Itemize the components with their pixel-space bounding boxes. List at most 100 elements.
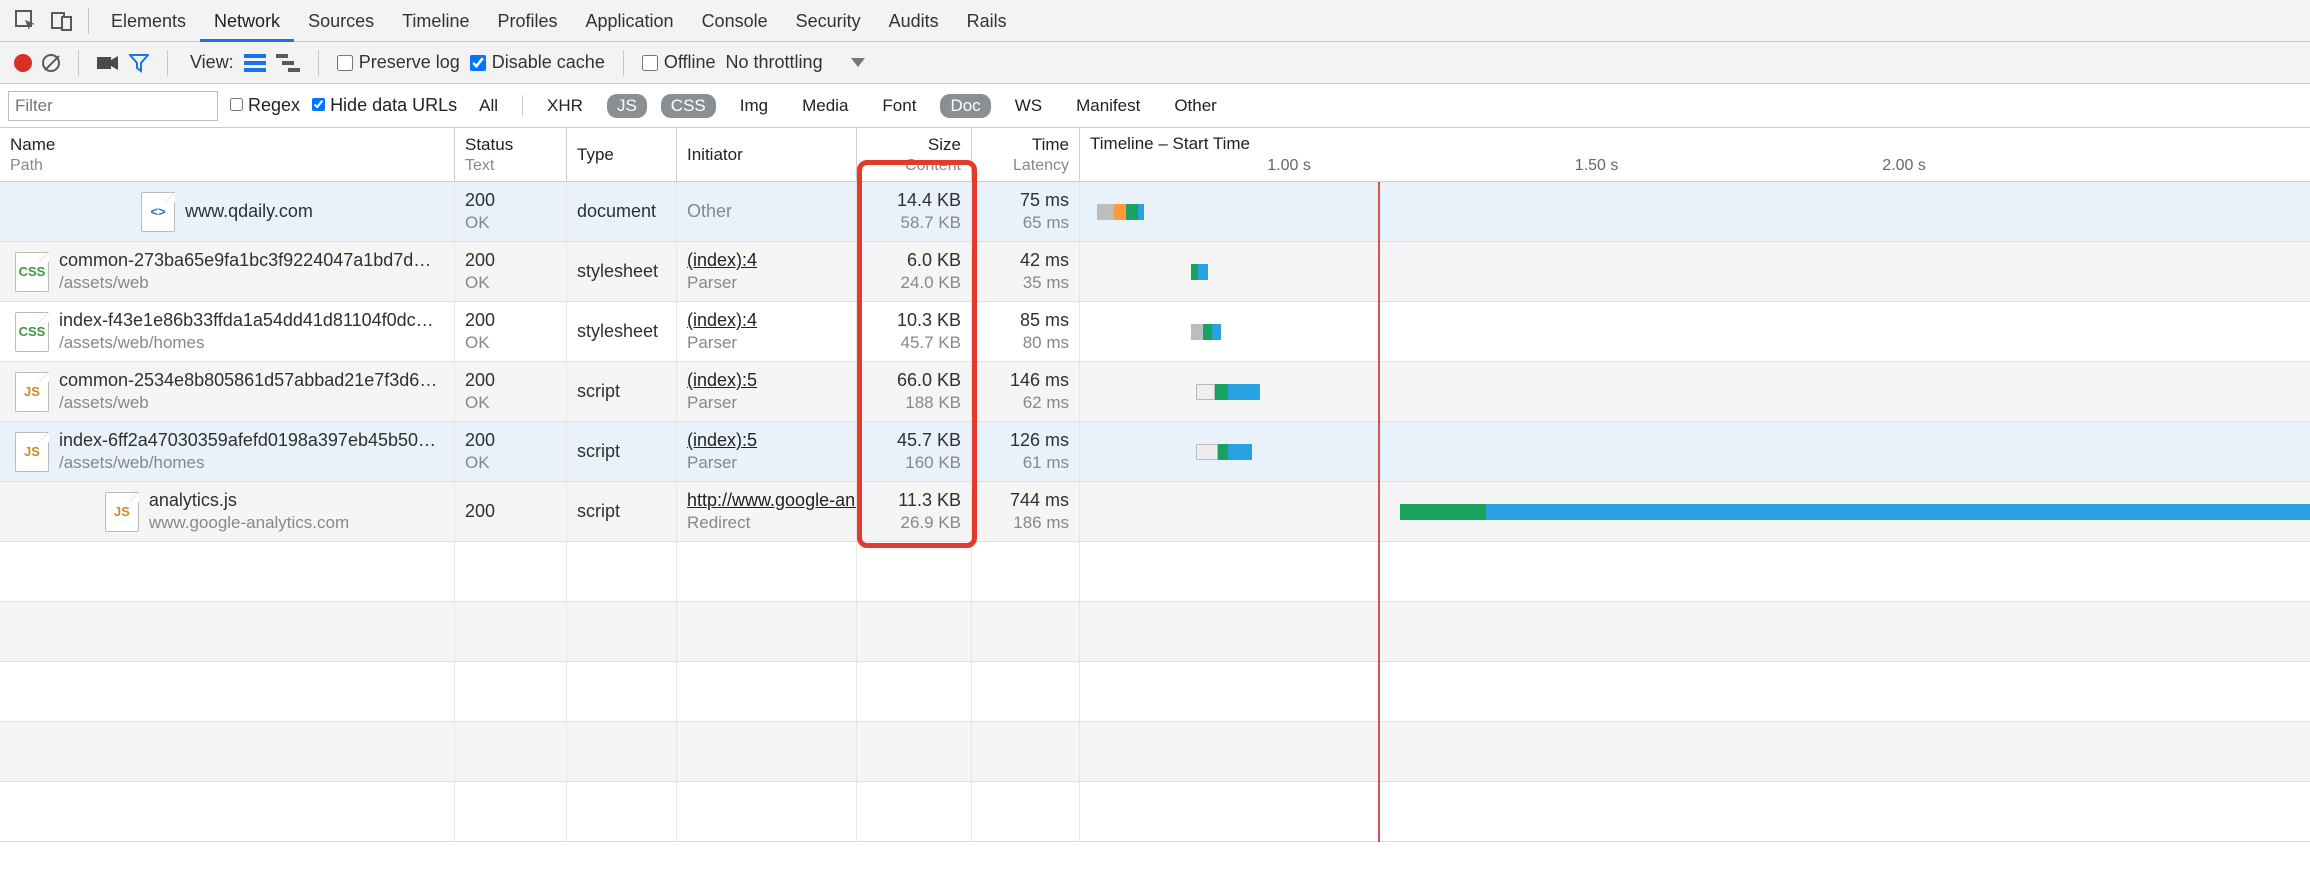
regex-input[interactable] — [230, 98, 243, 111]
devtools-tabstrip: ElementsNetworkSourcesTimelineProfilesAp… — [0, 0, 2310, 42]
table-row-empty — [0, 662, 2310, 722]
tab-sources[interactable]: Sources — [294, 0, 388, 42]
cell-name: CSSindex-f43e1e86b33ffda1a54dd41d81104f0… — [0, 302, 455, 361]
tab-application[interactable]: Application — [572, 0, 688, 42]
cell-initiator: http://www.google-an…Redirect — [677, 482, 857, 541]
filter-funnel-icon[interactable] — [129, 53, 149, 73]
initiator-link[interactable]: (index):5 — [687, 430, 846, 451]
table-row-empty — [0, 602, 2310, 662]
filter-type-css[interactable]: CSS — [661, 94, 716, 118]
filter-input[interactable] — [8, 91, 218, 121]
tab-console[interactable]: Console — [688, 0, 782, 42]
initiator-link[interactable]: (index):4 — [687, 310, 846, 331]
cell-name: JScommon-2534e8b805861d57abbad21e7f3d674… — [0, 362, 455, 421]
divider — [318, 50, 319, 76]
disable-cache-checkbox[interactable]: Disable cache — [470, 52, 605, 73]
throttling-select[interactable]: No throttling — [726, 52, 883, 73]
filter-type-media[interactable]: Media — [792, 94, 858, 118]
table-row[interactable]: CSSindex-f43e1e86b33ffda1a54dd41d81104f0… — [0, 302, 2310, 362]
table-row-empty — [0, 542, 2310, 602]
filter-type-ws[interactable]: WS — [1005, 94, 1052, 118]
initiator-link[interactable]: http://www.google-an… — [687, 490, 846, 511]
header-size[interactable]: Size Content — [857, 128, 972, 181]
filter-type-doc[interactable]: Doc — [940, 94, 990, 118]
cell-initiator: (index):4Parser — [677, 302, 857, 361]
large-rows-icon[interactable] — [244, 54, 266, 72]
cell-size: 11.3 KB26.9 KB — [857, 482, 972, 541]
network-table-header: Name Path Status Text Type Initiator Siz… — [0, 128, 2310, 182]
inspect-element-icon[interactable] — [8, 0, 44, 42]
request-path: www.google-analytics.com — [149, 513, 349, 533]
tab-profiles[interactable]: Profiles — [483, 0, 571, 42]
cell-type: script — [567, 482, 677, 541]
device-toolbar-icon[interactable] — [44, 0, 80, 42]
header-time[interactable]: Time Latency — [972, 128, 1080, 181]
tab-elements[interactable]: Elements — [97, 0, 200, 42]
chevron-down-icon — [851, 58, 865, 67]
preserve-log-checkbox[interactable]: Preserve log — [337, 52, 460, 73]
cell-type: script — [567, 362, 677, 421]
waterfall-bar — [1218, 444, 1228, 460]
timeline-tick: 1.50 s — [1575, 128, 1619, 181]
initiator-link[interactable]: (index):4 — [687, 250, 846, 271]
hide-data-urls-checkbox[interactable]: Hide data URLs — [312, 95, 457, 116]
css-file-icon: CSS — [15, 252, 49, 292]
waterfall-bar — [1215, 384, 1227, 400]
table-row[interactable]: CSScommon-273ba65e9fa1bc3f9224047a1bd7d3… — [0, 242, 2310, 302]
waterfall-icon[interactable] — [276, 54, 300, 72]
view-label: View: — [190, 52, 234, 73]
table-row[interactable]: JSanalytics.jswww.google-analytics.com20… — [0, 482, 2310, 542]
waterfall-bar — [1097, 204, 1114, 220]
tab-security[interactable]: Security — [782, 0, 875, 42]
filter-type-img[interactable]: Img — [730, 94, 778, 118]
filter-type-other[interactable]: Other — [1164, 94, 1227, 118]
divider — [623, 50, 624, 76]
filter-type-font[interactable]: Font — [872, 94, 926, 118]
divider — [88, 8, 89, 34]
table-row[interactable]: <>www.qdaily.com200OKdocumentOther14.4 K… — [0, 182, 2310, 242]
header-type[interactable]: Type — [567, 128, 677, 181]
tab-audits[interactable]: Audits — [875, 0, 953, 42]
header-name[interactable]: Name Path — [0, 128, 455, 181]
tab-timeline[interactable]: Timeline — [388, 0, 483, 42]
waterfall-bar — [1191, 324, 1203, 340]
cell-name: JSindex-6ff2a47030359afefd0198a397eb45b5… — [0, 422, 455, 481]
filter-type-js[interactable]: JS — [607, 94, 647, 118]
waterfall-bar — [1138, 204, 1144, 220]
clear-button-icon[interactable] — [42, 54, 60, 72]
offline-input[interactable] — [642, 55, 658, 71]
waterfall-bar — [1114, 204, 1125, 220]
filter-type-manifest[interactable]: Manifest — [1066, 94, 1150, 118]
hide-data-urls-label: Hide data URLs — [330, 95, 457, 115]
filter-type-all[interactable]: All — [469, 94, 508, 118]
hide-data-urls-input[interactable] — [312, 98, 325, 111]
html-file-icon: <> — [141, 192, 175, 232]
header-timeline[interactable]: Timeline – Start Time 1.00 s1.50 s2.00 s — [1080, 128, 2310, 181]
regex-checkbox[interactable]: Regex — [230, 95, 300, 116]
table-row[interactable]: JScommon-2534e8b805861d57abbad21e7f3d674… — [0, 362, 2310, 422]
tab-rails[interactable]: Rails — [953, 0, 1021, 42]
table-row[interactable]: JSindex-6ff2a47030359afefd0198a397eb45b5… — [0, 422, 2310, 482]
camera-icon[interactable] — [97, 55, 119, 71]
cell-timeline — [1080, 302, 2310, 361]
header-status[interactable]: Status Text — [455, 128, 567, 181]
preserve-log-label: Preserve log — [359, 52, 460, 73]
header-initiator[interactable]: Initiator — [677, 128, 857, 181]
waterfall-bar — [1212, 324, 1222, 340]
tab-network[interactable]: Network — [200, 0, 294, 42]
table-row-empty — [0, 722, 2310, 782]
offline-checkbox[interactable]: Offline — [642, 52, 716, 73]
cell-timeline — [1080, 482, 2310, 541]
divider — [167, 50, 168, 76]
cell-time: 42 ms35 ms — [972, 242, 1080, 301]
initiator-link[interactable]: (index):5 — [687, 370, 846, 391]
waterfall-bar — [1191, 264, 1198, 280]
cell-name: <>www.qdaily.com — [0, 182, 455, 241]
cell-timeline — [1080, 362, 2310, 421]
disable-cache-input[interactable] — [470, 55, 486, 71]
record-button-icon[interactable] — [14, 54, 32, 72]
cell-size: 6.0 KB24.0 KB — [857, 242, 972, 301]
js-file-icon: JS — [15, 372, 49, 412]
preserve-log-input[interactable] — [337, 55, 353, 71]
filter-type-xhr[interactable]: XHR — [537, 94, 593, 118]
